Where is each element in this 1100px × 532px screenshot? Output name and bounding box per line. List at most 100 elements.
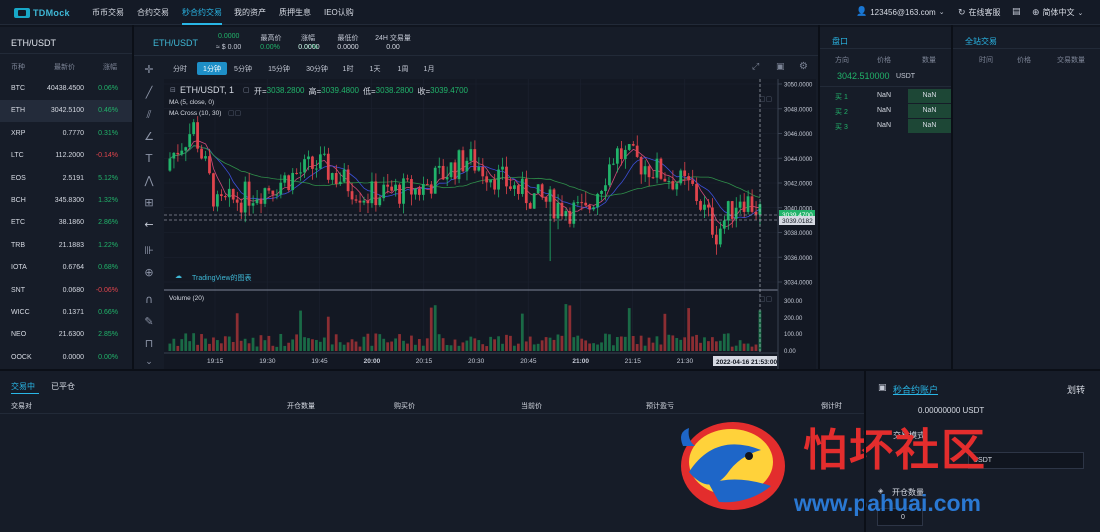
timeframe-0[interactable]: 分时 (169, 62, 191, 75)
ticker-approx-usd: ≈ $ 0.00 (216, 44, 242, 51)
trend-line-icon[interactable]: ╱ (142, 86, 156, 100)
collapse-legend-icon[interactable]: ⊟ (170, 86, 176, 94)
high-label: 高= (308, 87, 322, 96)
orderbook-side: 买 1 (835, 94, 848, 101)
ma-indicator-label[interactable]: MA (5, close, 0) (169, 99, 214, 106)
indicator-settings-icon[interactable]: ▢▢ (228, 109, 241, 117)
col-pair: 交易对 (11, 403, 32, 410)
language-selector[interactable]: ⊕ 简体中文 ⌄ (1032, 7, 1083, 18)
nav-spot-trading[interactable]: 币币交易 (92, 7, 124, 18)
user-menu[interactable]: 👤 123456@163.com ⌄ (856, 7, 945, 17)
time-tick-label: 20:00 (364, 358, 381, 365)
orderbook-price: NaN (877, 122, 892, 129)
volume-tick-label: 200.00 (784, 316, 803, 322)
download-icon[interactable]: ▤ (1012, 7, 1021, 17)
timeframe-1[interactable]: 1分钟 (197, 62, 227, 75)
market-row-btc[interactable]: BTC 40438.4500 0.06% (0, 78, 132, 100)
volume-indicator-label[interactable]: Volume (20) (169, 295, 204, 302)
ma-cross-indicator-label[interactable]: MA Cross (10, 30) (169, 110, 221, 117)
price-chart[interactable]: 3050.0000 3048.0000 3046.0000 3044.0000 3042… (164, 79, 816, 369)
ticker-change-label: 涨幅 (301, 35, 315, 42)
market-row-eos[interactable]: EOS 2.5191 5.12% (0, 168, 132, 190)
market-row-bch[interactable]: BCH 345.8300 1.32% (0, 190, 132, 212)
market-change: 0.46% (98, 107, 118, 115)
market-symbol: EOS (11, 174, 26, 182)
market-row-oock[interactable]: OOCK 0.0000 0.00% (0, 347, 132, 369)
support-link[interactable]: ↻ 在线客服 (958, 7, 1001, 18)
fullscreen-icon[interactable]: ⤢ (752, 62, 759, 72)
market-change: 0.06% (98, 85, 118, 92)
transfer-link[interactable]: 划转 (1067, 383, 1085, 396)
market-price: 40438.4500 (47, 85, 84, 92)
crosshair-icon[interactable]: ✛ (142, 63, 156, 77)
market-row-snt[interactable]: SNT 0.0680 -0.06% (0, 280, 132, 302)
logo[interactable]: TDMock (14, 5, 70, 20)
market-row-neo[interactable]: NEO 21.6300 2.85% (0, 324, 132, 346)
magnet-icon[interactable]: ∩ (142, 293, 156, 307)
arrow-left-icon[interactable]: ← (142, 218, 156, 232)
timeframe-7[interactable]: 1周 (392, 62, 414, 75)
nav-contract-trading[interactable]: 合约交易 (137, 7, 169, 18)
timeframe-8[interactable]: 1月 (419, 62, 439, 75)
market-price: 21.1883 (58, 241, 84, 249)
market-row-ltc[interactable]: LTC 112.2000 -0.14% (0, 145, 132, 167)
market-row-xrp[interactable]: XRP 0.7770 0.31% (0, 123, 132, 145)
time-tick-label: 20:15 (416, 358, 433, 365)
volume-tick-label: 100.00 (784, 332, 803, 338)
nav-ieo[interactable]: IEO认购 (324, 7, 354, 18)
text-tool-icon[interactable]: T (142, 152, 156, 166)
timeframe-2[interactable]: 5分钟 (229, 62, 257, 75)
time-tick-label: 21:30 (677, 358, 694, 365)
price-tick-label: 3034.0000 (784, 281, 813, 287)
market-change: 1.22% (98, 241, 118, 249)
tradingview-link[interactable]: TradingView的图表 (192, 273, 252, 283)
chart-symbol: ETH/USDT, 1 (180, 85, 235, 95)
brush-icon[interactable]: ∠ (142, 130, 156, 144)
market-price: 0.6764 (62, 264, 84, 272)
ohlc-readout: 开= 3038.2800 高= 3039.4800 低= 3038.2800 收… (254, 86, 468, 97)
timeframe-6[interactable]: 1天 (364, 62, 386, 75)
nav-staking[interactable]: 质押生息 (279, 7, 311, 18)
market-row-wicc[interactable]: WICC 0.1371 0.66% (0, 302, 132, 324)
lock-icon[interactable]: ⊓ (142, 337, 156, 351)
market-change: 0.00% (98, 353, 118, 361)
timeframe-4[interactable]: 30分钟 (301, 62, 333, 75)
price-tick-label: 3048.0000 (784, 107, 813, 113)
time-tick-label: 19:30 (259, 358, 276, 365)
pattern-icon[interactable]: ⋀ (142, 174, 156, 188)
market-row-etc[interactable]: ETC 38.1860 2.86% (0, 212, 132, 234)
pitchfork-icon[interactable]: ⫽ (142, 108, 156, 122)
chevron-down-icon[interactable]: ⌄ (142, 355, 156, 369)
market-symbol: XRP (11, 129, 26, 137)
nav-my-assets[interactable]: 我的资产 (234, 7, 266, 18)
measure-icon[interactable]: ⊞ (142, 196, 156, 210)
close-label: 收= (417, 87, 431, 96)
timeframe-3[interactable]: 15分钟 (262, 62, 296, 75)
volume-pane-controls-icon[interactable]: ▢▢ (759, 295, 772, 303)
forecast-icon[interactable]: ⊪ (142, 244, 156, 258)
open-label: 开= (254, 87, 267, 96)
market-symbol: ETH (11, 107, 25, 115)
market-header-symbol: 币种 (11, 64, 25, 71)
logo-text: TDMock (33, 7, 70, 18)
market-row-iota[interactable]: IOTA 0.6764 0.68% (0, 257, 132, 279)
tab-open-positions[interactable]: 交易中 (11, 381, 35, 392)
cursor-time: 2022-04-16 21:53:00 (716, 359, 777, 366)
settings-gear-icon[interactable]: ⚙ (799, 61, 808, 72)
market-symbol: LTC (11, 152, 24, 160)
market-row-eth[interactable]: ETH 3042.5100 0.46% (0, 100, 132, 123)
orderbook-title[interactable]: 盘口 (832, 36, 848, 47)
timeframe-5[interactable]: 1时 (338, 62, 358, 75)
lock-drawing-icon[interactable]: ✎ (142, 315, 156, 329)
chevron-down-icon: ⌄ (1077, 8, 1084, 17)
market-row-trb[interactable]: TRB 21.1883 1.22% (0, 235, 132, 257)
price-tick-label: 3046.0000 (784, 132, 813, 138)
nav-second-contract[interactable]: 秒合约交易 (182, 7, 222, 18)
pane-controls-icon[interactable]: ▢▢ (759, 95, 772, 103)
zoom-icon[interactable]: ⊕ (142, 266, 156, 280)
nav-active-indicator (182, 23, 222, 25)
account-title[interactable]: 秒合约账户 (893, 383, 938, 396)
trades-title[interactable]: 全站交易 (965, 36, 997, 47)
camera-icon[interactable]: ▣ (776, 62, 785, 72)
tab-closed-positions[interactable]: 已平仓 (51, 381, 75, 392)
